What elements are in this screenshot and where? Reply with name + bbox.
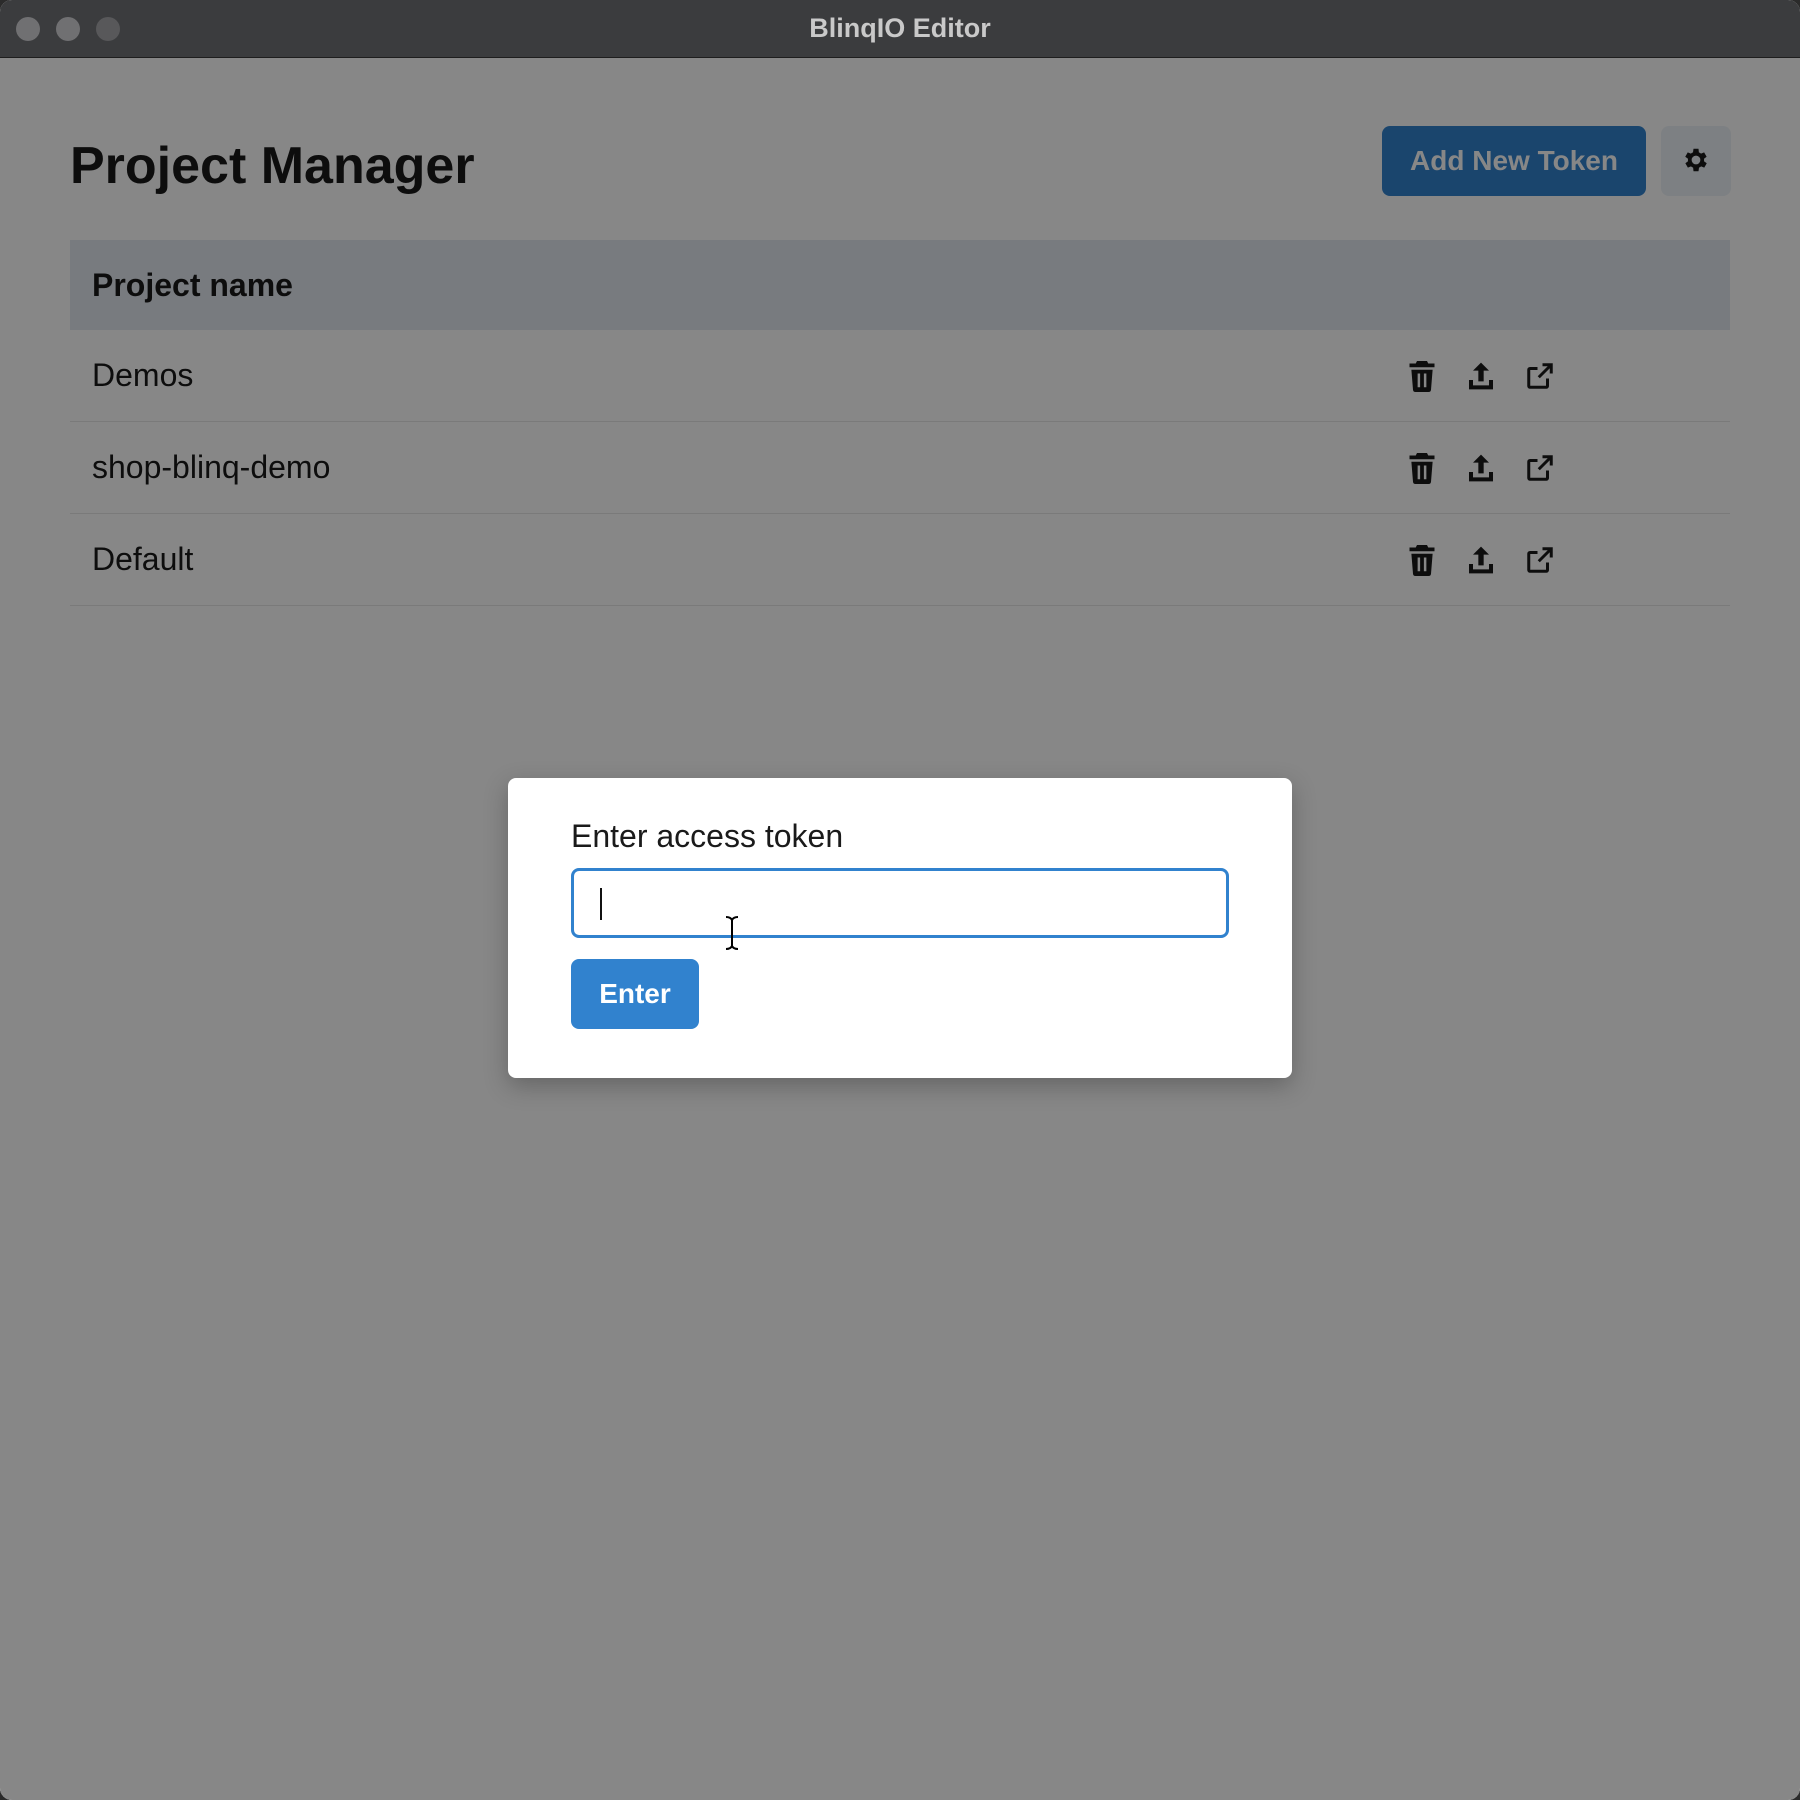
zoom-window-button[interactable] [96,17,120,41]
access-token-input[interactable] [571,868,1229,938]
window-title: BlinqIO Editor [809,13,991,43]
title-bar: BlinqIO Editor [0,0,1800,58]
text-caret [600,888,602,920]
enter-button[interactable]: Enter [571,959,699,1029]
ibeam-cursor-icon [722,915,742,951]
access-token-label: Enter access token [571,818,844,854]
close-window-button[interactable] [16,17,40,41]
app-window: BlinqIO Editor Project Manager Add New T… [0,0,1800,1800]
minimize-window-button[interactable] [56,17,80,41]
access-token-dialog: Enter access token Enter [508,778,1292,1078]
